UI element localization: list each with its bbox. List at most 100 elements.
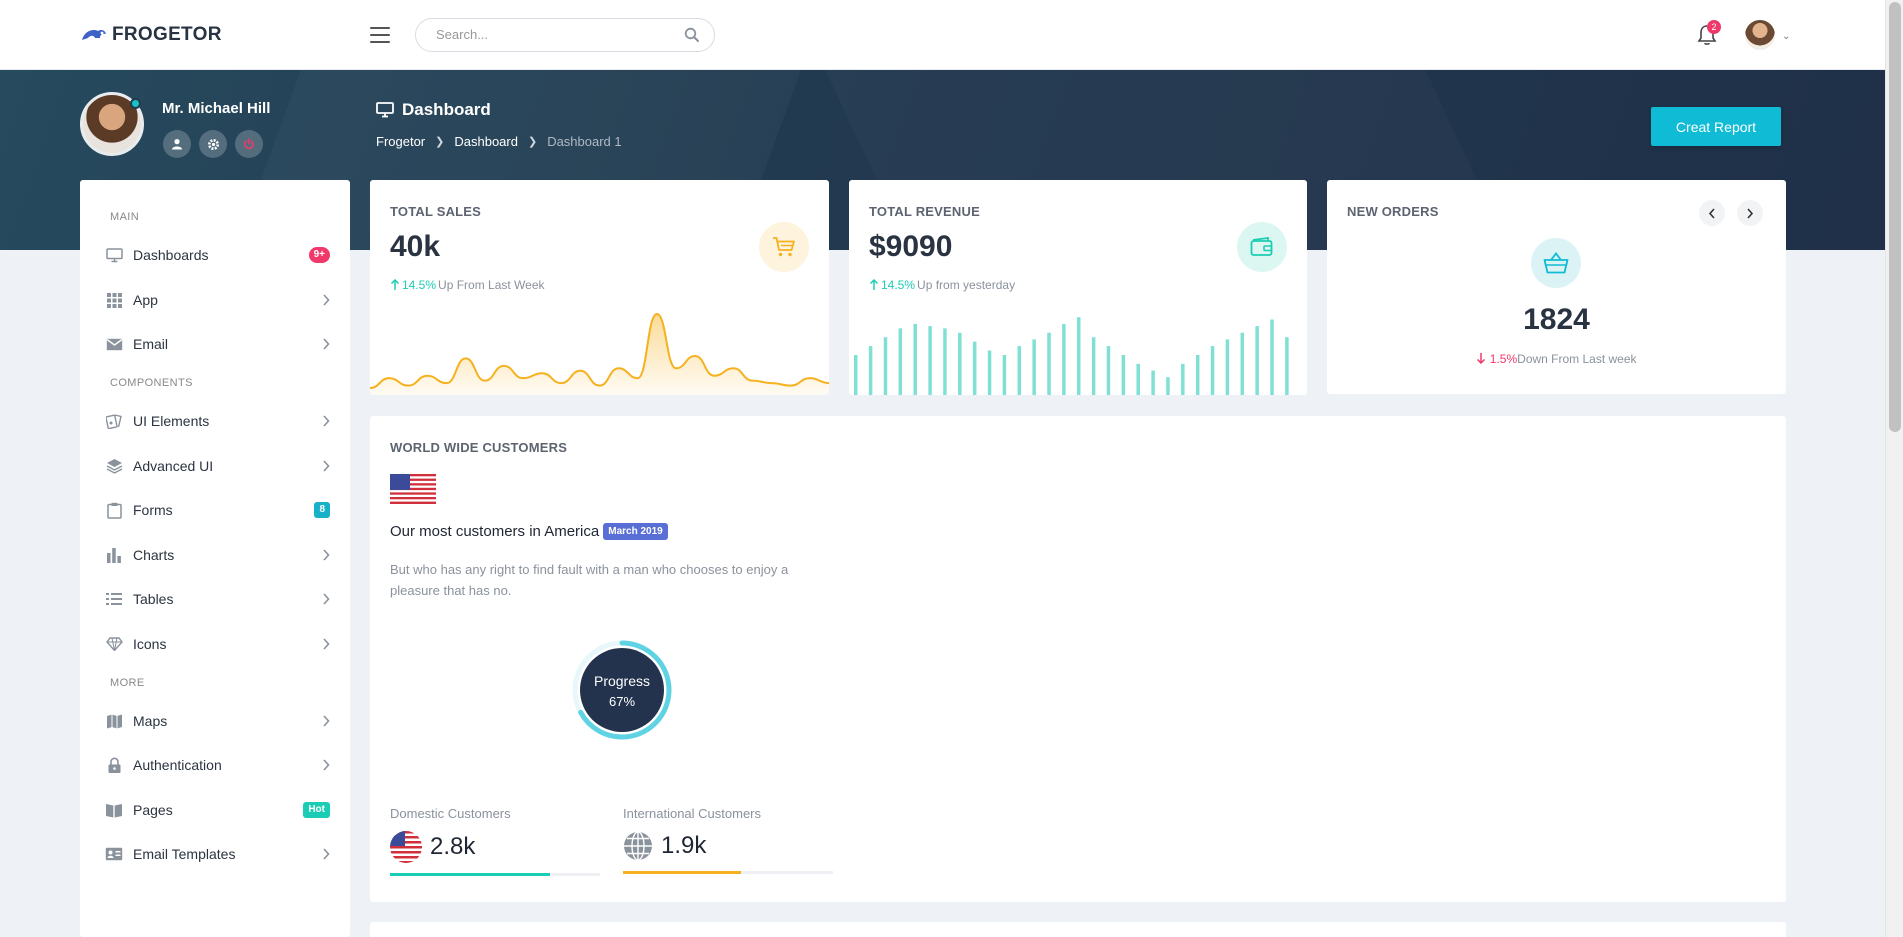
sidebar-item-email[interactable]: Email	[80, 324, 350, 364]
chevron-right-icon: ❯	[527, 136, 538, 148]
palette-icon	[105, 413, 123, 429]
revenue-bar	[1166, 377, 1170, 395]
sidebar-item-label: Icons	[133, 636, 167, 652]
arrow-down-icon	[1477, 353, 1486, 365]
scrollbar-thumb[interactable]	[1889, 2, 1901, 432]
sidebar-item-dashboards[interactable]: Dashboards 9+	[80, 235, 350, 275]
sales-area-chart	[370, 312, 829, 395]
sidebar-item-label: App	[133, 292, 158, 308]
revenue-bar	[1210, 346, 1215, 395]
revenue-bar	[1032, 339, 1036, 395]
sidebar-item-tables[interactable]: Tables	[80, 579, 350, 619]
card-title: NEW ORDERS	[1347, 204, 1439, 219]
sidebar-section-components: COMPONENTS	[110, 377, 193, 389]
layers-icon	[105, 458, 123, 474]
chevron-right-icon	[323, 415, 330, 427]
user-avatar[interactable]	[1745, 20, 1775, 50]
sidebar-item-charts[interactable]: Charts	[80, 535, 350, 575]
breadcrumb-item[interactable]: Frogetor	[376, 134, 425, 149]
revenue-bar	[958, 332, 962, 395]
sidebar-item-label: Maps	[133, 713, 168, 729]
chevron-down-icon[interactable]: ⌄	[1782, 31, 1790, 42]
book-icon	[105, 802, 123, 818]
revenue-bar	[1121, 355, 1126, 395]
revenue-bar	[987, 350, 992, 395]
revenue-bar	[1017, 346, 1022, 395]
monitor-icon	[105, 247, 123, 263]
sidebar: MAIN Dashboards 9+ App Email COMPONENTS …	[80, 180, 350, 937]
chevron-right-icon	[323, 593, 330, 605]
chevron-right-icon	[323, 759, 330, 771]
sidebar-item-ui-elements[interactable]: UI Elements	[80, 401, 350, 441]
search-box	[415, 18, 715, 52]
previous-button[interactable]	[1699, 200, 1725, 226]
brand-name: FROGETOR	[112, 24, 222, 45]
brand-logo[interactable]: FROGETOR	[80, 24, 222, 46]
progress-bar	[390, 873, 600, 876]
stat-value: 2.8k	[430, 833, 476, 860]
cart-icon	[773, 237, 795, 257]
wallet-icon-badge	[1237, 222, 1287, 272]
sales-area-line	[370, 312, 829, 390]
next-button[interactable]	[1737, 200, 1763, 226]
sidebar-section-main: MAIN	[110, 211, 140, 223]
sidebar-item-maps[interactable]: Maps	[80, 701, 350, 741]
revenue-bar	[1002, 355, 1007, 395]
revenue-bar	[898, 328, 903, 395]
cart-icon-badge	[759, 222, 809, 272]
revenue-bar	[1047, 332, 1051, 395]
chevron-right-icon: ❯	[435, 136, 445, 148]
stat-label: Domestic Customers	[390, 806, 511, 821]
domestic-customers: Domestic Customers 2.8k	[390, 806, 600, 876]
breadcrumb: Frogetor ❯ Dashboard ❯ Dashboard 1	[376, 134, 622, 149]
chevron-right-icon	[323, 549, 330, 561]
sidebar-item-icons[interactable]: Icons	[80, 624, 350, 664]
logout-button[interactable]	[235, 130, 263, 158]
hot-badge: Hot	[303, 802, 330, 818]
power-icon	[244, 138, 254, 150]
card-value: 40k	[390, 230, 441, 263]
usa-flag-icon	[390, 474, 436, 504]
sidebar-item-label: Tables	[133, 591, 174, 607]
diamond-icon	[105, 636, 123, 652]
card-title: TOTAL REVENUE	[869, 204, 980, 219]
menu-toggle-button[interactable]	[370, 27, 390, 43]
sidebar-item-pages[interactable]: Pages Hot	[80, 790, 350, 830]
globe-icon	[624, 831, 652, 861]
create-report-button[interactable]: Creat Report	[1651, 107, 1781, 146]
breadcrumb-item[interactable]: Dashboard	[454, 134, 518, 149]
sidebar-section-more: MORE	[110, 677, 145, 689]
basket-icon-badge	[1531, 238, 1581, 288]
card-value: 1824	[1523, 303, 1590, 336]
sidebar-item-advanced-ui[interactable]: Advanced UI	[80, 446, 350, 486]
sidebar-item-authentication[interactable]: Authentication	[80, 745, 350, 785]
sidebar-item-app[interactable]: App	[80, 280, 350, 320]
vertical-scrollbar[interactable]	[1885, 0, 1903, 937]
chevron-right-icon	[1747, 207, 1754, 219]
progress-donut: Progress 67%	[572, 640, 672, 740]
search-icon[interactable]	[684, 27, 700, 43]
notifications-button[interactable]: 2	[1697, 20, 1721, 49]
revenue-bar	[928, 326, 932, 395]
chevron-right-icon	[323, 715, 330, 727]
arrow-up-icon	[390, 279, 400, 290]
description-text: But who has any right to find fault with…	[390, 562, 789, 598]
id-card-icon	[105, 846, 123, 862]
profile-button[interactable]	[163, 130, 191, 158]
notification-count-badge: 2	[1707, 20, 1721, 34]
search-input[interactable]	[436, 27, 666, 42]
card-title: TOTAL SALES	[390, 204, 482, 219]
sidebar-item-label: Charts	[133, 547, 175, 563]
sidebar-item-label: Dashboards	[133, 247, 209, 263]
sales-area-fill	[370, 313, 829, 395]
sidebar-item-forms[interactable]: Forms 8	[80, 490, 350, 530]
wallet-icon	[1250, 237, 1273, 256]
profile-name: Mr. Michael Hill	[162, 100, 271, 117]
sidebar-item-label: UI Elements	[133, 413, 210, 429]
revenue-bar	[1091, 337, 1096, 395]
chevron-left-icon	[1708, 207, 1715, 219]
sidebar-item-email-templates[interactable]: Email Templates	[80, 834, 350, 874]
arrow-up-icon	[869, 279, 879, 290]
settings-button[interactable]	[199, 130, 227, 158]
count-badge: 8	[314, 502, 330, 518]
